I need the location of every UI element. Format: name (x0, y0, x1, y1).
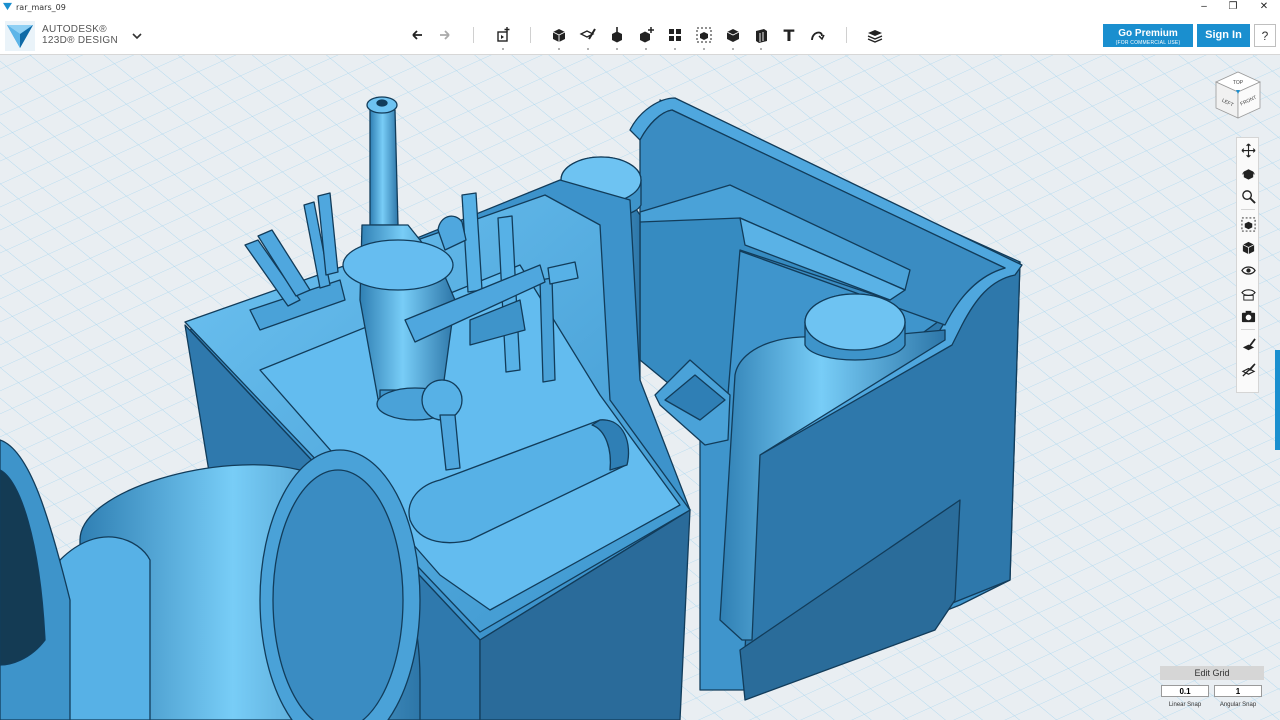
sketch-visibility-button[interactable] (1239, 336, 1257, 354)
measure-icon (756, 29, 767, 43)
linear-snap-input[interactable] (1161, 685, 1209, 697)
orbit-button[interactable] (1239, 164, 1257, 182)
toolbar-separator (473, 27, 474, 43)
material-button[interactable] (864, 24, 886, 46)
material-icon (867, 30, 883, 43)
autodesk-logo-icon (3, 2, 12, 11)
app-menu[interactable]: AUTODESK® 123D® DESIGN (5, 21, 155, 51)
text-icon: T (784, 26, 795, 44)
autodesk-123d-logo-icon (5, 21, 35, 51)
fit-icon (1240, 216, 1256, 232)
svg-text:T: T (784, 26, 795, 44)
modify-icon (640, 27, 654, 43)
toolbar-separator (530, 27, 531, 43)
3d-viewport[interactable] (0, 55, 1280, 720)
go-premium-sublabel: (FOR COMMERCIAL USE) (1115, 39, 1181, 46)
edit-grid-label: Edit Grid (1194, 668, 1230, 678)
window-title: rar_mars_09 (16, 3, 66, 12)
pan-button[interactable] (1239, 141, 1257, 159)
modify-button[interactable] (635, 24, 657, 50)
redo-icon (440, 30, 450, 40)
redo-button[interactable] (434, 24, 456, 46)
construct-icon (612, 27, 622, 43)
model-scene[interactable] (0, 55, 1280, 720)
hide-all-button[interactable] (1239, 360, 1257, 378)
views-button[interactable] (1239, 238, 1257, 256)
undo-button[interactable] (406, 24, 428, 46)
zoom-button[interactable] (1239, 187, 1257, 205)
snap-button[interactable] (806, 24, 828, 46)
minimize-button[interactable]: – (1190, 0, 1218, 16)
angular-snap-label: Angular Snap (1219, 702, 1257, 708)
view-cube-top-label[interactable]: TOP (1233, 80, 1244, 86)
window-title-bar: rar_mars_09 – ❐ ✕ (0, 0, 1280, 16)
edit-grid-panel: Edit Grid Linear Snap Angular Snap (1160, 666, 1265, 714)
brand-line-1: AUTODESK® (42, 24, 107, 35)
help-button[interactable]: ? (1254, 24, 1276, 47)
orbit-icon (1241, 168, 1255, 180)
fit-button[interactable] (1239, 215, 1257, 233)
camera-icon (1241, 310, 1255, 322)
material-eye-icon (1240, 288, 1256, 301)
sketch-icon (579, 28, 596, 40)
primitives-box-icon (552, 29, 566, 42)
sign-in-button[interactable]: Sign In (1197, 24, 1250, 47)
hide-icon (1241, 362, 1256, 377)
construct-button[interactable] (606, 24, 628, 50)
eye-icon (1240, 265, 1256, 275)
linear-snap-label: Linear Snap (1168, 702, 1202, 708)
main-toolbar: AUTODESK® 123D® DESIGN T (0, 16, 1280, 55)
zoom-icon (1241, 189, 1256, 204)
pan-icon (1241, 143, 1255, 157)
view-cube[interactable]: TOP LEFT FRONT (1210, 68, 1266, 120)
combine-icon (726, 29, 740, 42)
screenshot-button[interactable] (1239, 307, 1257, 325)
transform-icon (497, 27, 510, 42)
navigation-bar (1236, 137, 1259, 393)
brand-line-2: 123D® DESIGN (42, 35, 118, 46)
materials-visibility-button[interactable] (1239, 284, 1257, 302)
combine-button[interactable] (722, 24, 744, 50)
toolbar-separator (846, 27, 847, 43)
go-premium-label: Go Premium (1118, 27, 1178, 39)
transform-button[interactable] (492, 24, 514, 50)
pattern-icon (669, 29, 681, 41)
angular-snap-input[interactable] (1214, 685, 1262, 697)
sketch-visibility-icon (1242, 337, 1256, 350)
undo-icon (412, 30, 422, 40)
measure-button[interactable] (750, 24, 772, 50)
text-button[interactable]: T (778, 24, 800, 46)
sketch-button[interactable] (577, 24, 599, 50)
side-panel-tab[interactable] (1275, 350, 1280, 450)
visibility-button[interactable] (1239, 261, 1257, 279)
maximize-button[interactable]: ❐ (1219, 0, 1247, 16)
edit-grid-button[interactable]: Edit Grid (1160, 666, 1264, 680)
snap-icon (811, 31, 825, 41)
view-cube-icon (1242, 241, 1254, 254)
grouping-icon (696, 27, 712, 43)
chevron-down-icon[interactable] (130, 29, 144, 43)
grouping-button[interactable] (693, 24, 715, 50)
primitives-button[interactable] (548, 24, 570, 50)
pattern-button[interactable] (664, 24, 686, 50)
go-premium-button[interactable]: Go Premium (FOR COMMERCIAL USE) (1103, 24, 1193, 47)
close-button[interactable]: ✕ (1250, 0, 1278, 16)
